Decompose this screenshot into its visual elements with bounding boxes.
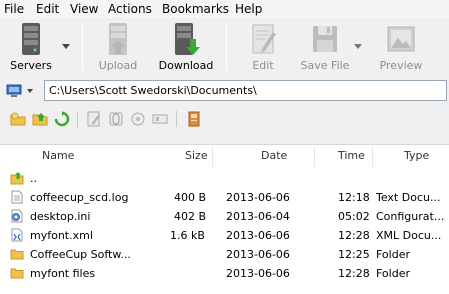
file-size: 1.6 kB [170,229,205,242]
file-time: 12:25 [338,248,370,261]
preview-icon [387,26,415,52]
list-item[interactable]: coffeecup_scd.log 400 B 2013-06-06 12:18… [0,188,449,207]
main-toolbar: Servers Upload Download Edit Save File P… [0,18,449,78]
new-folder-icon[interactable] [10,111,26,127]
file-type: Folder [376,267,410,280]
file-type: Text Docu... [376,191,441,204]
menu-actions[interactable]: Actions [106,1,154,17]
xml-file-icon [11,228,23,242]
preview-button[interactable]: Preview [378,20,424,74]
local-toolbar [0,106,449,132]
menu-help[interactable]: Help [233,1,264,17]
edit-icon [252,24,276,54]
column-header-name[interactable]: Name [42,149,74,162]
file-name: desktop.ini [30,210,91,223]
file-date: 2013-06-06 [226,267,290,280]
rename-icon[interactable] [152,111,168,127]
menu-edit[interactable]: Edit [34,1,61,17]
column-header-date[interactable]: Date [261,149,287,162]
preview-label: Preview [379,59,423,72]
location-dropdown-arrow[interactable] [27,89,33,93]
list-item[interactable]: myfont files 2013-06-06 12:28 Folder [0,264,449,283]
file-size: 402 B [174,210,207,223]
file-name: CoffeeCup Softw... [30,248,131,261]
properties-icon[interactable] [186,111,202,127]
path-input[interactable] [44,80,447,101]
download-label: Download [158,59,214,72]
list-item[interactable]: CoffeeCup Softw... 2013-06-06 12:25 Fold… [0,245,449,264]
save-file-button[interactable]: Save File [300,20,350,74]
toolbar-separator [176,111,177,127]
file-time: 12:28 [338,229,370,242]
file-date: 2013-06-04 [226,210,290,223]
save-file-label: Save File [300,59,350,72]
toolbar-separator [82,24,83,70]
column-divider[interactable] [372,147,373,167]
column-header-time[interactable]: Time [338,149,365,162]
servers-label: Servers [10,59,52,72]
edit-button[interactable]: Edit [242,20,284,74]
file-name: myfont.xml [30,229,93,242]
server-icon [22,23,40,55]
servers-button[interactable]: Servers [6,20,56,74]
toolbar-separator [226,24,227,70]
file-type: XML Docu... [376,229,442,242]
column-header-type[interactable]: Type [404,149,429,162]
file-time: 12:18 [338,191,370,204]
column-divider[interactable] [212,147,213,167]
file-time: 12:28 [338,267,370,280]
upload-button[interactable]: Upload [94,20,142,74]
edit-file-icon[interactable] [86,111,102,127]
file-name: .. [30,172,37,185]
upload-label: Upload [98,59,138,72]
config-file-icon [11,209,23,223]
list-item[interactable]: desktop.ini 402 B 2013-06-04 05:02 Confi… [0,207,449,226]
list-item[interactable]: myfont.xml 1.6 kB 2013-06-06 12:28 XML D… [0,226,449,245]
file-date: 2013-06-06 [226,229,290,242]
file-date: 2013-06-06 [226,191,290,204]
folder-icon [10,268,24,279]
upload-icon [109,23,127,55]
copy-icon[interactable] [108,111,124,127]
download-icon [175,23,200,55]
path-bar [0,78,449,104]
refresh-icon[interactable] [54,111,70,127]
file-name: coffeecup_scd.log [30,191,129,204]
computer-icon[interactable] [6,84,22,98]
folder-icon [10,249,24,260]
column-header-size[interactable]: Size [185,149,208,162]
save-dropdown-arrow[interactable] [354,44,362,49]
file-list: Name Size Date Time Type .. coffeecup_sc… [0,144,449,294]
menu-file[interactable]: File [2,1,26,17]
save-icon [313,26,337,52]
settings-icon[interactable] [130,111,146,127]
file-type: Configurat... [376,210,445,223]
folder-up-icon[interactable] [32,111,48,127]
parent-folder-icon [10,172,24,185]
list-item[interactable]: .. [0,169,449,188]
file-date: 2013-06-06 [226,248,290,261]
text-file-icon [11,190,23,204]
column-divider[interactable] [314,147,315,167]
file-type: Folder [376,248,410,261]
toolbar-separator [77,111,78,127]
file-name: myfont files [30,267,96,280]
edit-label: Edit [252,59,274,72]
servers-dropdown-arrow[interactable] [62,44,70,49]
menu-bookmarks[interactable]: Bookmarks [160,1,231,17]
file-size: 400 B [174,191,207,204]
download-button[interactable]: Download [158,20,214,74]
menu-view[interactable]: View [68,1,100,17]
file-time: 05:02 [338,210,370,223]
menu-bar: File Edit View Actions Bookmarks Help [0,0,449,18]
